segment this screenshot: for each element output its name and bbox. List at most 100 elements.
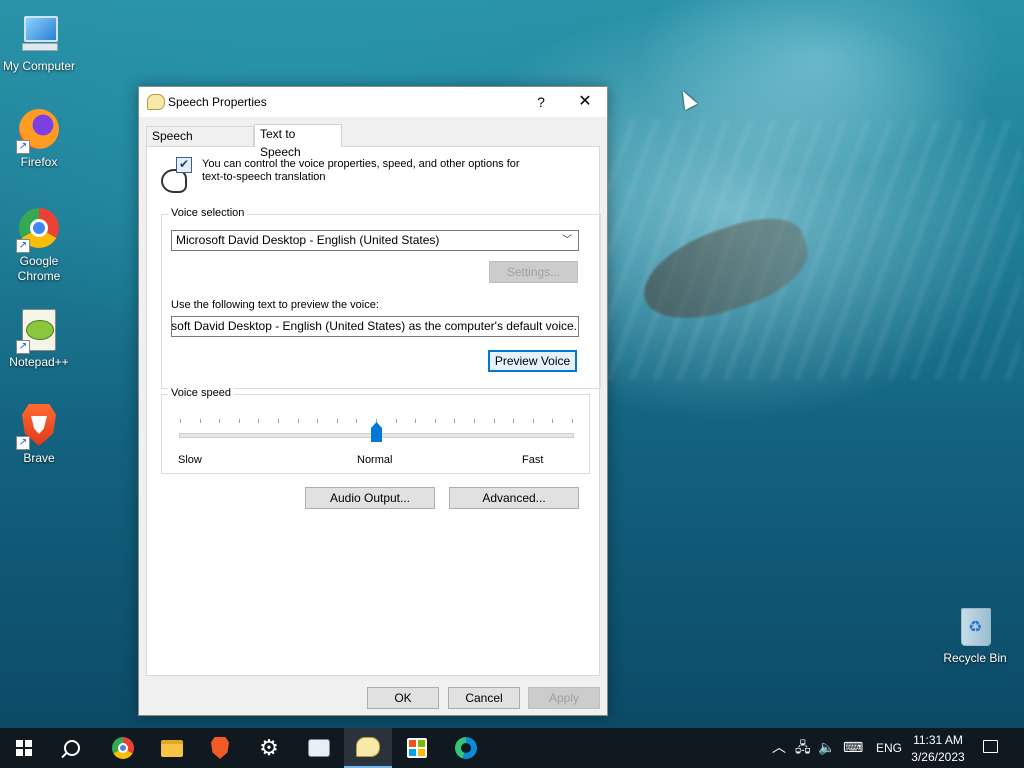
desktop-icon-google-chrome[interactable]: ↗ Google Chrome bbox=[0, 205, 78, 284]
slider-tick bbox=[552, 419, 554, 423]
mouse-cursor-icon bbox=[676, 87, 698, 111]
input-language[interactable]: ENG bbox=[876, 741, 902, 755]
slider-tick bbox=[532, 419, 534, 423]
speech-check-icon: ✔ bbox=[159, 157, 193, 193]
close-button[interactable]: ✕ bbox=[563, 87, 607, 117]
slider-tick bbox=[199, 419, 201, 423]
slider-tick bbox=[434, 419, 436, 423]
speech-app-icon bbox=[147, 94, 165, 110]
dialog-title: Speech Properties bbox=[168, 95, 267, 109]
taskbar-brave[interactable] bbox=[196, 728, 244, 768]
intro-text: You can control the voice properties, sp… bbox=[202, 158, 520, 183]
slider-tick bbox=[454, 419, 456, 423]
desktop-icon-my-computer[interactable]: My Computer bbox=[0, 10, 78, 73]
shortcut-arrow-icon: ↗ bbox=[16, 140, 30, 154]
desktop-icon-label: Recycle Bin bbox=[943, 651, 1007, 665]
start-button[interactable] bbox=[0, 728, 48, 768]
slider-tick bbox=[474, 419, 475, 423]
slider-tick bbox=[180, 419, 181, 423]
voice-selection-label: Voice selection bbox=[168, 207, 248, 219]
selected-voice: Microsoft David Desktop - English (Unite… bbox=[176, 233, 440, 247]
desktop-icon-firefox[interactable]: ↗ Firefox bbox=[0, 106, 78, 169]
clock-time[interactable]: 11:31 AM bbox=[908, 733, 968, 747]
store-icon bbox=[407, 738, 427, 758]
notepadpp-icon: ↗ bbox=[16, 306, 62, 354]
voice-select[interactable]: Microsoft David Desktop - English (Unite… bbox=[171, 230, 579, 251]
tab-speech-recognition[interactable]: Speech Recognition bbox=[146, 126, 254, 161]
network-icon[interactable]: 🖧 bbox=[795, 739, 811, 755]
speed-label-normal: Normal bbox=[357, 454, 393, 466]
audio-output-button[interactable]: Audio Output... bbox=[305, 487, 435, 509]
voice-speed-label: Voice speed bbox=[168, 387, 234, 399]
slider-tick bbox=[336, 419, 338, 423]
voice-speed-thumb[interactable] bbox=[371, 422, 382, 442]
slider-tick bbox=[415, 419, 417, 423]
title-bar[interactable]: Speech Properties ? ✕ bbox=[139, 87, 607, 117]
desktop-icon-label: My Computer bbox=[2, 59, 76, 73]
taskbar-chrome[interactable] bbox=[99, 728, 147, 768]
gear-icon: ⚙ bbox=[259, 735, 279, 760]
speed-label-fast: Fast bbox=[522, 454, 544, 466]
taskbar-edge[interactable] bbox=[442, 728, 490, 768]
taskbar-store[interactable] bbox=[393, 728, 441, 768]
taskbar: ⚙ ︿ 🖧 🔈 ⌨ ENG 11:31 AM 3/26/2023 bbox=[0, 728, 1024, 768]
settings-button[interactable]: Settings... bbox=[489, 261, 578, 283]
apply-button[interactable]: Apply bbox=[528, 687, 600, 709]
chevron-down-icon: ﹀ bbox=[562, 235, 572, 246]
taskbar-on-screen-keyboard[interactable] bbox=[295, 728, 343, 768]
slider-tick bbox=[297, 419, 299, 423]
chevron-up-icon[interactable]: ︿ bbox=[772, 739, 786, 755]
voice-speed-group: Voice speed Slow Normal Fast bbox=[161, 387, 590, 474]
chrome-icon bbox=[112, 737, 134, 759]
shortcut-arrow-icon: ↗ bbox=[16, 436, 30, 450]
search-button[interactable] bbox=[48, 728, 96, 768]
speed-label-slow: Slow bbox=[178, 454, 202, 466]
preview-text-label: Use the following text to preview the vo… bbox=[171, 299, 379, 311]
recycle-bin-icon bbox=[952, 602, 998, 648]
chrome-icon: ↗ bbox=[16, 205, 62, 253]
desktop-icon-label: Brave bbox=[23, 451, 55, 465]
search-icon bbox=[64, 740, 80, 756]
shortcut-arrow-icon: ↗ bbox=[16, 239, 30, 253]
taskbar-speech-properties[interactable] bbox=[344, 728, 392, 768]
advanced-button[interactable]: Advanced... bbox=[449, 487, 579, 509]
slider-tick bbox=[238, 419, 240, 423]
desktop-icon-notepadpp[interactable]: ↗ Notepad++ bbox=[0, 306, 78, 369]
desktop-icon-label: Google Chrome bbox=[17, 254, 61, 283]
desktop-icon-recycle-bin[interactable]: Recycle Bin bbox=[936, 602, 1014, 665]
firefox-icon: ↗ bbox=[16, 106, 62, 154]
volume-icon[interactable]: 🔈 bbox=[818, 739, 835, 755]
slider-tick bbox=[258, 419, 260, 423]
brave-icon: ↗ bbox=[16, 402, 62, 450]
clock-date[interactable]: 3/26/2023 bbox=[908, 750, 968, 764]
shortcut-arrow-icon: ↗ bbox=[16, 340, 30, 354]
keyboard-icon bbox=[308, 739, 330, 757]
brave-icon bbox=[211, 737, 229, 759]
computer-icon bbox=[16, 10, 62, 56]
taskbar-settings[interactable]: ⚙ bbox=[245, 728, 293, 768]
desktop-icon-brave[interactable]: ↗ Brave bbox=[0, 402, 78, 465]
preview-text-value: You have selected Microsoft David Deskto… bbox=[171, 319, 577, 333]
notification-icon[interactable] bbox=[983, 740, 998, 753]
slider-tick bbox=[572, 419, 573, 423]
help-button[interactable]: ? bbox=[519, 87, 563, 117]
slider-tick bbox=[278, 419, 279, 423]
desktop-icon-label: Firefox bbox=[20, 155, 58, 169]
preview-voice-button[interactable]: Preview Voice bbox=[488, 350, 577, 372]
edge-icon bbox=[455, 737, 477, 759]
ok-button[interactable]: OK bbox=[367, 687, 439, 709]
slider-tick bbox=[395, 419, 397, 423]
keyboard-icon[interactable]: ⌨ bbox=[843, 739, 863, 755]
cancel-button[interactable]: Cancel bbox=[448, 687, 520, 709]
taskbar-file-explorer[interactable] bbox=[148, 728, 196, 768]
speech-properties-dialog: Speech Properties ? ✕ Speech Recognition… bbox=[138, 86, 608, 716]
slider-tick bbox=[513, 419, 515, 423]
windows-logo-icon bbox=[16, 740, 32, 756]
slider-tick bbox=[219, 419, 221, 423]
desktop-icon-label: Notepad++ bbox=[9, 355, 69, 369]
speech-app-icon bbox=[356, 737, 380, 757]
slider-tick bbox=[356, 419, 358, 423]
slider-tick bbox=[493, 419, 495, 423]
tab-text-to-speech[interactable]: Text to Speech bbox=[254, 124, 342, 159]
preview-text-input[interactable]: You have selected Microsoft David Deskto… bbox=[171, 316, 579, 337]
